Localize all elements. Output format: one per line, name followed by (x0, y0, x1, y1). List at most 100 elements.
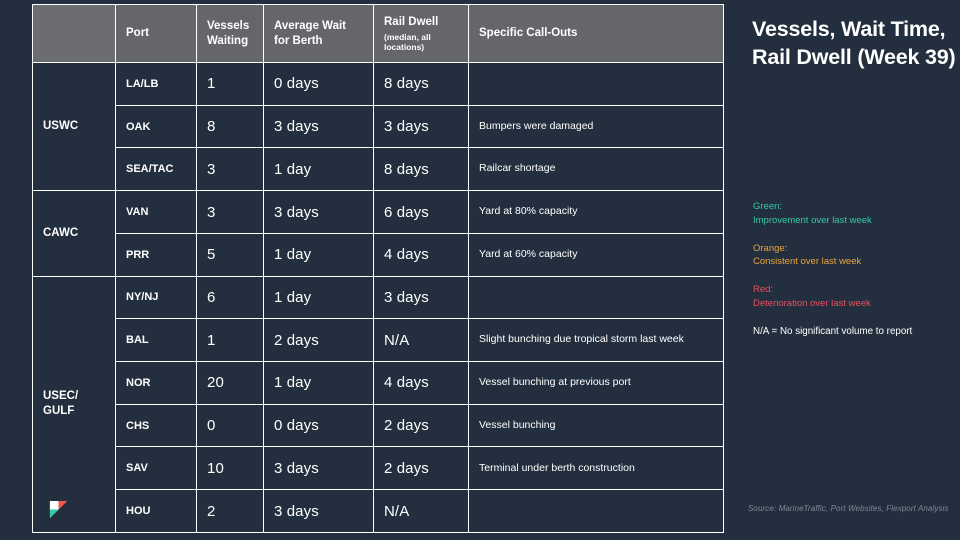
table-row: BAL 1 2 days N/A Slight bunching due tropica… (33, 318, 724, 363)
port-name-cell: LA/LB (115, 62, 197, 106)
legend-item-key: Green: (753, 201, 783, 212)
legend-item-description: Deterioration over last week (753, 297, 871, 309)
legend-item: Red: Deterioration over last week (753, 283, 958, 311)
table-body: USWC LA/LB 1 0 days 8 days OAK 8 3 days 3 days Bu… (32, 61, 724, 534)
rail-dwell-cell: 2 days (373, 403, 469, 448)
rail-dwell-cell: 8 days (373, 147, 469, 192)
average-wait-cell: 1 day (263, 232, 374, 277)
header-label-average-wait: Average Wait for Berth (274, 20, 347, 47)
table-row: CAWC VAN 3 3 days 6 days Yard at 80% capacity (32, 190, 724, 277)
right-panel: Vessels, Wait Time, Rail Dwell (Week 39)… (748, 0, 960, 540)
specific-callout-cell (468, 489, 724, 533)
region-group-label: USEC/GULF (43, 390, 79, 418)
header-cell-average-wait: Average Wait for Berth (263, 4, 374, 63)
vessels-waiting-cell: 1 (196, 62, 264, 106)
vessels-waiting-cell: 6 (196, 275, 264, 320)
average-wait-cell: 1 day (263, 361, 374, 405)
specific-callout-cell: Yard at 60% capacity (468, 232, 724, 277)
rail-dwell-cell: 3 days (373, 275, 469, 320)
average-wait-cell: 1 day (263, 275, 374, 320)
specific-callout-cell: Railcar shortage (468, 147, 724, 192)
rail-dwell-cell: N/A (373, 318, 469, 363)
vessels-waiting-cell: 8 (196, 104, 264, 149)
table-row: PRR 5 1 day 4 days Yard at 60% capacity (33, 232, 724, 277)
rail-dwell-cell: 8 days (373, 62, 469, 106)
header-row: Port Vessels Waiting Average Wait for Be… (32, 4, 724, 63)
average-wait-cell: 0 days (263, 62, 374, 106)
port-name-cell: SEA/TAC (115, 147, 197, 192)
port-name-cell: HOU (115, 489, 197, 533)
average-wait-cell: 3 days (263, 104, 374, 149)
table-row: SEA/TAC 3 1 day 8 days Railcar shortage (33, 147, 724, 192)
specific-callout-cell: Terminal under berth construction (468, 446, 724, 491)
port-name-cell: SAV (115, 446, 197, 491)
specific-callout-cell: Slight bunching due tropical storm last … (468, 318, 724, 363)
average-wait-cell: 2 days (263, 318, 374, 363)
header-label-rail-dwell: Rail Dwell (384, 16, 439, 29)
port-name-cell: CHS (115, 403, 197, 448)
region-group-label: USWC (43, 120, 79, 133)
port-name-cell: NOR (115, 361, 197, 405)
specific-callout-cell: Bumpers were damaged (468, 104, 724, 149)
legend-item: Orange: Consistent over last week (753, 242, 958, 270)
vessels-waiting-cell: 3 (196, 190, 264, 234)
table-row: OAK 8 3 days 3 days Bumpers were damaged (33, 104, 724, 149)
header-cell-rail-dwell: Rail Dwell (median, all locations) (373, 4, 469, 63)
rail-dwell-cell: 3 days (373, 104, 469, 149)
header-cell-specific-callouts: Specific Call-Outs (468, 4, 724, 63)
rail-dwell-cell: N/A (373, 489, 469, 533)
region-group-label: CAWC (43, 226, 79, 239)
port-name-cell: VAN (115, 190, 197, 234)
vessels-waiting-cell: 1 (196, 318, 264, 363)
table-row: NOR 20 1 day 4 days Vessel bunching at previ… (33, 361, 724, 405)
header-cell-vessels-waiting: Vessels Waiting (196, 4, 264, 63)
vessels-waiting-cell: 10 (196, 446, 264, 491)
table-row: SAV 10 3 days 2 days Terminal under berth co… (33, 446, 724, 491)
vessels-waiting-cell: 0 (196, 403, 264, 448)
table-row: USEC/GULF NY/NJ 6 1 day 3 days (32, 275, 724, 534)
header-label-specific-callouts: Specific Call-Outs (479, 27, 578, 40)
header-label-vessels-waiting: Vessels Waiting (207, 20, 250, 47)
region-group-cell: USEC/GULF (32, 275, 116, 534)
legend-item-description: Consistent over last week (753, 256, 862, 268)
legend-na-note: N/A = No significant volume to report (753, 325, 913, 337)
legend: Green: Improvement over last week Orange: C… (753, 200, 958, 338)
legend-item: Green: Improvement over last week (753, 200, 958, 228)
table-row: USWC LA/LB 1 0 days 8 days (32, 61, 724, 192)
legend-item-key: Orange: (753, 242, 788, 254)
header-sublabel-rail-dwell: (median, all locations) (384, 31, 431, 52)
table-row: CHS 0 0 days 2 days Vessel bunching (33, 403, 724, 448)
specific-callout-cell (468, 275, 724, 320)
vessels-waiting-cell: 2 (196, 489, 264, 533)
specific-callout-cell: Vessel bunching at previous port (468, 361, 724, 405)
port-metrics-table: Port Vessels Waiting Average Wait for Be… (32, 4, 724, 534)
rail-dwell-cell: 4 days (373, 361, 469, 405)
port-name-cell: BAL (115, 318, 197, 363)
legend-item-key: Red: (753, 284, 774, 296)
header-label-port: Port (126, 27, 149, 40)
page-title: Vessels, Wait Time, Rail Dwell (Week 39) (752, 17, 956, 69)
average-wait-cell: 1 day (263, 147, 374, 192)
header-cell-region (32, 4, 116, 63)
specific-callout-cell: Yard at 80% capacity (468, 190, 724, 234)
source-note: Source: MarineTraffic, Port Websites, Fl… (748, 504, 949, 513)
port-name-cell: NY/NJ (115, 275, 197, 320)
region-group-cell: CAWC (32, 190, 116, 277)
average-wait-cell: 3 days (263, 489, 374, 533)
vessels-waiting-cell: 20 (196, 361, 264, 405)
flexport-logo (49, 500, 68, 519)
vessels-waiting-cell: 3 (196, 147, 264, 192)
average-wait-cell: 3 days (263, 190, 374, 234)
port-metrics-table-wrapper: Port Vessels Waiting Average Wait for Be… (32, 4, 724, 534)
vessels-waiting-cell: 5 (196, 232, 264, 277)
table-header: Port Vessels Waiting Average Wait for Be… (32, 4, 724, 63)
specific-callout-cell: Vessel bunching (468, 403, 724, 448)
region-group-cell: USWC (32, 61, 116, 192)
port-name-cell: OAK (115, 104, 197, 149)
header-cell-port: Port (115, 4, 197, 63)
specific-callout-cell (468, 62, 724, 106)
legend-item-description: Improvement over last week (753, 214, 872, 226)
rail-dwell-cell: 6 days (373, 190, 469, 234)
table-row: HOU 2 3 days N/A (33, 489, 724, 533)
port-name-cell: PRR (115, 232, 197, 277)
